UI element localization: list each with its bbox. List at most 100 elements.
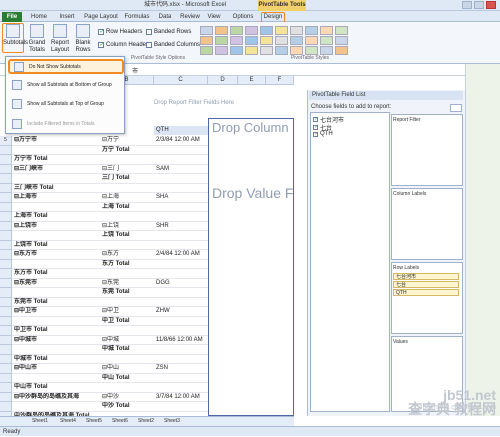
row-header[interactable] — [0, 269, 12, 279]
cell-b[interactable]: 上饶 Total — [100, 231, 154, 240]
drop-value-zone[interactable]: Drop Value F — [212, 185, 293, 201]
cell-c[interactable]: 3/7/84 12:00 AM — [154, 393, 208, 402]
cell-a[interactable]: 上饶市 Total — [12, 241, 100, 250]
cell-c[interactable] — [154, 203, 208, 212]
style-swatch[interactable] — [320, 26, 333, 35]
cell-b[interactable] — [100, 298, 154, 307]
cell-a[interactable] — [12, 317, 100, 326]
cell-c[interactable] — [154, 260, 208, 269]
cell-c[interactable] — [154, 174, 208, 183]
row-header[interactable] — [0, 231, 12, 241]
tab-home[interactable]: Home — [28, 12, 50, 22]
row-header[interactable]: 5 — [0, 136, 12, 146]
style-swatch[interactable] — [335, 46, 348, 55]
cell-c[interactable] — [154, 212, 208, 221]
tab-review[interactable]: Review — [178, 12, 202, 22]
cell-a[interactable]: 中城市 Total — [12, 355, 100, 364]
sheet-tab-5[interactable]: Sheet5 — [86, 417, 102, 425]
cell-b[interactable]: 万宁 Total — [100, 146, 154, 155]
table-row[interactable]: 东方 Total — [12, 260, 212, 269]
row-header[interactable] — [0, 307, 12, 317]
cell-c[interactable] — [154, 355, 208, 364]
row-header[interactable] — [0, 316, 12, 326]
qth-header[interactable]: QTH — [154, 126, 208, 135]
column-header-f[interactable]: F — [266, 76, 294, 85]
tab-view[interactable]: View — [204, 12, 224, 22]
table-row[interactable]: 东莞 Total — [12, 288, 212, 298]
cell-c[interactable] — [154, 298, 208, 307]
style-swatch[interactable] — [260, 26, 273, 35]
banded-columns-checkbox[interactable]: Banded Columns — [146, 41, 200, 49]
cell-a[interactable] — [12, 345, 100, 354]
row-header[interactable] — [0, 373, 12, 383]
cell-b[interactable]: ⊟东方 — [100, 250, 154, 259]
row-header[interactable] — [0, 250, 12, 260]
table-row[interactable]: ⊟中山市 ⊟中山 ZSN — [12, 364, 212, 374]
cell-a[interactable]: ⊟中城市 — [12, 336, 100, 345]
column-header-d[interactable]: D — [208, 76, 238, 85]
tab-insert[interactable]: Insert — [56, 12, 78, 22]
sheet-tab-1[interactable]: Sheet1 — [32, 417, 48, 425]
row-header[interactable] — [0, 202, 12, 212]
style-swatch[interactable] — [245, 46, 258, 55]
table-row[interactable]: ⊟上饶市 ⊟上饶 SHR — [12, 222, 212, 231]
cell-c[interactable]: DGG — [154, 279, 208, 288]
row-header[interactable] — [0, 335, 12, 345]
row-label-item[interactable]: 七台河市 — [393, 273, 459, 280]
style-swatch[interactable] — [335, 26, 348, 35]
cell-a[interactable]: ⊟中山市 — [12, 364, 100, 373]
row-header[interactable] — [0, 155, 12, 165]
row-header[interactable] — [0, 174, 12, 184]
style-swatch[interactable] — [215, 36, 228, 45]
style-swatch[interactable] — [200, 46, 213, 55]
grand-totals-button[interactable]: Grand Totals — [27, 24, 47, 58]
cell-c[interactable] — [154, 345, 208, 354]
row-header[interactable] — [0, 345, 12, 355]
tab-data[interactable]: Data — [154, 12, 176, 22]
sheet-tab-6[interactable]: Sheet6 — [112, 417, 128, 425]
cell-c[interactable]: ZSN — [154, 364, 208, 373]
style-swatch[interactable] — [305, 36, 318, 45]
cell-b[interactable]: ⊟上饶 — [100, 222, 154, 231]
style-swatch[interactable] — [275, 46, 288, 55]
tab-page-layout[interactable]: Page Layout — [82, 12, 120, 22]
table-row[interactable]: 中卫市 Total — [12, 326, 212, 336]
row-header[interactable] — [0, 392, 12, 402]
tab-file[interactable]: File — [2, 12, 22, 22]
cell-c[interactable] — [154, 231, 208, 240]
cell-a[interactable]: 东方市 Total — [12, 269, 100, 278]
cell-a[interactable]: 上海市 Total — [12, 212, 100, 221]
cell-b[interactable]: 上海 Total — [100, 203, 154, 212]
cell-a[interactable]: 三门峡市 Total — [12, 184, 100, 193]
cell-a[interactable]: 东莞市 Total — [12, 298, 100, 307]
column-labels-area[interactable] — [391, 188, 463, 260]
cell-a[interactable]: ⊟三门峡市 — [12, 165, 100, 174]
style-swatch[interactable] — [290, 26, 303, 35]
table-row[interactable]: 中沙 Total — [12, 402, 212, 412]
row-header[interactable] — [0, 259, 12, 269]
banded-rows-checkbox[interactable]: Banded Rows — [146, 28, 191, 36]
close-icon[interactable] — [486, 1, 496, 9]
table-row[interactable]: ⊟三门峡市 ⊟三门 SAM — [12, 165, 212, 174]
tab-formulas[interactable]: Formulas — [122, 12, 152, 22]
maximize-icon[interactable] — [474, 1, 484, 9]
style-swatch[interactable] — [200, 26, 213, 35]
cell-b[interactable]: 中卫 Total — [100, 317, 154, 326]
cell-c[interactable] — [154, 288, 208, 297]
tab-options[interactable]: Options — [230, 12, 256, 22]
row-header[interactable] — [0, 193, 12, 203]
cell-b[interactable] — [100, 383, 154, 392]
cell-a[interactable]: ⊟上饶市 — [12, 222, 100, 231]
cell-b[interactable]: ⊟万宁 — [100, 136, 154, 145]
cell-a[interactable] — [12, 203, 100, 212]
style-swatch[interactable] — [245, 26, 258, 35]
drop-column-zone[interactable]: Drop Column — [212, 120, 289, 135]
table-row[interactable]: 万宁 Total — [12, 146, 212, 155]
table-row[interactable]: 东莞市 Total — [12, 298, 212, 307]
table-row[interactable]: ⊟东莞市 ⊟东莞 DGG — [12, 279, 212, 288]
cell-b[interactable] — [100, 155, 154, 164]
row-header[interactable] — [0, 145, 12, 155]
blank-rows-button[interactable]: Blank Rows — [73, 24, 93, 58]
cell-c[interactable] — [154, 326, 208, 335]
cell-a[interactable]: 中山市 Total — [12, 383, 100, 392]
